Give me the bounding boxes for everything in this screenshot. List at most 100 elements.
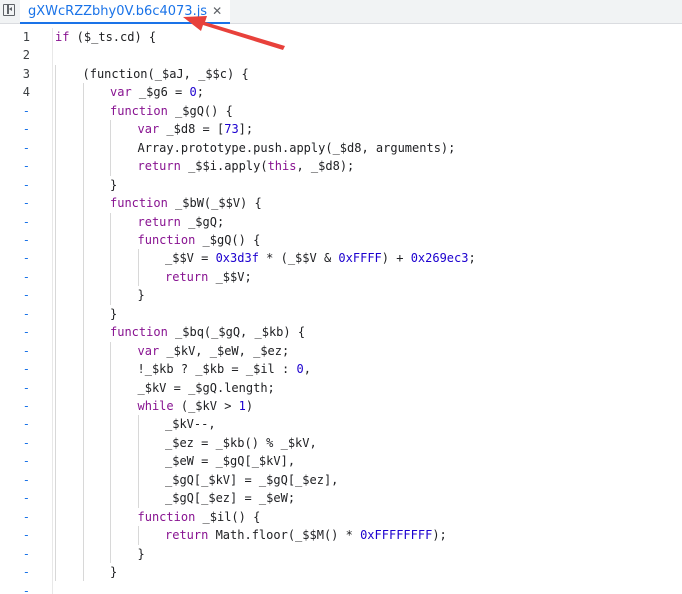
code-line: - var _$kV, _$eW, _$ez; (0, 342, 682, 360)
code-text: _$gQ[_$kV] = _$gQ[_$ez], (165, 471, 338, 489)
line-number[interactable]: - (0, 360, 30, 378)
line-number[interactable]: - (0, 545, 30, 563)
code-token: _$$i.apply( (180, 159, 268, 174)
code-token: !_$kb ? _$kb = _$il : (137, 362, 297, 377)
line-number[interactable]: - (0, 508, 30, 526)
code-line: - return _$gQ; (0, 213, 682, 231)
indent-guide (137, 249, 139, 287)
line-number[interactable]: - (0, 526, 30, 544)
code-token: _$ez = _$kb() % _$kV, (165, 435, 317, 450)
line-number[interactable]: - (0, 139, 30, 157)
code-token: Array.prototype.push.apply(_$d8, argumen… (137, 140, 456, 155)
sidebar-panel-icon[interactable] (3, 4, 15, 16)
code-line: - function _$bW(_$$V) { (0, 194, 682, 212)
code-text: return _$$V; (165, 268, 252, 286)
code-text: return _$gQ; (138, 213, 225, 231)
line-number[interactable]: - (0, 157, 30, 175)
code-token: _$g6 = (131, 85, 190, 100)
file-tab-label: gXWcRZZbhy0V.b6c4073.js (28, 3, 208, 19)
line-number[interactable]: - (0, 434, 30, 452)
line-number[interactable]: 4 (0, 83, 30, 101)
line-number[interactable]: - (0, 563, 30, 581)
line-number[interactable]: - (0, 249, 30, 267)
keyword-token: this (267, 159, 297, 174)
keyword-token: var (137, 343, 160, 358)
code-token: _$$V = (165, 251, 216, 266)
indent-guide (55, 64, 56, 582)
file-tab[interactable]: gXWcRZZbhy0V.b6c4073.js ✕ (20, 0, 231, 24)
code-text: var _$kV, _$eW, _$ez; (138, 342, 290, 360)
line-number[interactable]: - (0, 489, 30, 507)
line-number[interactable]: - (0, 231, 30, 249)
code-line: 3 (function(_$aJ, _$$c) { (0, 65, 682, 83)
line-number[interactable]: - (0, 213, 30, 231)
code-line: - _$ez = _$kb() % _$kV, (0, 434, 682, 452)
code-line: - _$$V = 0x3d3f * (_$$V & 0xFFFF) + 0x269… (0, 249, 682, 267)
line-number[interactable]: - (0, 102, 30, 120)
number-token: 0 (189, 85, 197, 100)
code-text: return _$$i.apply(this, _$d8); (138, 157, 355, 175)
line-number[interactable]: 1 (0, 28, 30, 46)
code-line: - Array.prototype.push.apply(_$d8, argume… (0, 139, 682, 157)
indent-guide (110, 341, 111, 564)
line-number[interactable]: - (0, 415, 30, 433)
code-text: _$$V = 0x3d3f * (_$$V & 0xFFFF) + 0x269e… (165, 249, 476, 267)
code-text: } (138, 545, 145, 563)
number-token: 1 (238, 399, 246, 413)
line-number[interactable]: - (0, 397, 30, 415)
line-number[interactable]: - (0, 323, 30, 341)
code-token: _$$V; (208, 269, 252, 284)
code-token: _$gQ() { (167, 103, 233, 118)
keyword-token: function (110, 196, 168, 211)
line-number[interactable]: - (0, 471, 30, 489)
code-line: -} (0, 305, 682, 323)
code-text: _$eW = _$gQ[_$kV], (165, 452, 295, 470)
code-token: (_$kV > (173, 399, 239, 413)
code-token: ); (432, 528, 447, 543)
code-text: } (110, 563, 117, 581)
code-text: } (110, 305, 117, 323)
line-number[interactable]: - (0, 379, 30, 397)
keyword-token: while (137, 399, 174, 413)
code-token: _$gQ[_$kV] = _$gQ[_$ez], (165, 472, 339, 487)
code-text: (function(_$aJ, _$$c) { (83, 65, 249, 83)
keyword-token: function (137, 509, 196, 524)
code-line: 4 var _$g6 = 0; (0, 83, 682, 101)
code-token: ; (468, 251, 476, 266)
line-number[interactable]: - (0, 268, 30, 286)
code-line: - return _$$i.apply(this, _$d8); (0, 157, 682, 175)
line-number[interactable]: - (0, 176, 30, 194)
code-token: _$d8 = [ (159, 122, 225, 137)
line-number[interactable]: - (0, 120, 30, 138)
line-number[interactable]: - (0, 194, 30, 212)
code-line: - _$kV--, (0, 415, 682, 433)
line-number[interactable]: - (0, 342, 30, 360)
line-number[interactable]: - (0, 582, 30, 594)
number-token: 0x269ec3 (410, 251, 469, 266)
line-number[interactable]: - (0, 452, 30, 470)
code-line: -} (0, 545, 682, 563)
code-editor[interactable]: 1 if ($_ts.cd) {2 3 (function(_$aJ, _$$c) {… (0, 28, 682, 594)
editor-tab-bar: gXWcRZZbhy0V.b6c4073.js ✕ (0, 0, 682, 24)
code-text: _$gQ[_$ez] = _$eW; (165, 489, 295, 507)
code-text: function _$bq(_$gQ, _$kb) { (110, 323, 305, 341)
code-token: _$eW = _$gQ[_$kV], (165, 454, 296, 469)
number-token: 73 (224, 122, 239, 137)
line-number[interactable]: 3 (0, 65, 30, 83)
code-token: ) (245, 399, 254, 413)
close-icon[interactable]: ✕ (212, 5, 222, 17)
keyword-token: var (137, 122, 160, 137)
code-text: _$kV = _$gQ.length; (138, 379, 275, 397)
number-token: 0xFFFFFFFF (360, 528, 433, 543)
code-line: - function _$gQ() { (0, 231, 682, 249)
code-line: - (0, 582, 682, 594)
keyword-token: return (137, 159, 181, 174)
line-number[interactable]: - (0, 286, 30, 304)
line-number[interactable]: - (0, 305, 30, 323)
line-number[interactable]: 2 (0, 46, 30, 64)
code-text: _$kV--, (165, 415, 216, 433)
keyword-token: return (165, 528, 209, 543)
code-line: - var _$d8 = [73]; (0, 120, 682, 138)
number-token: 0x3d3f (215, 251, 259, 266)
code-line: - _$gQ[_$ez] = _$eW; (0, 489, 682, 507)
